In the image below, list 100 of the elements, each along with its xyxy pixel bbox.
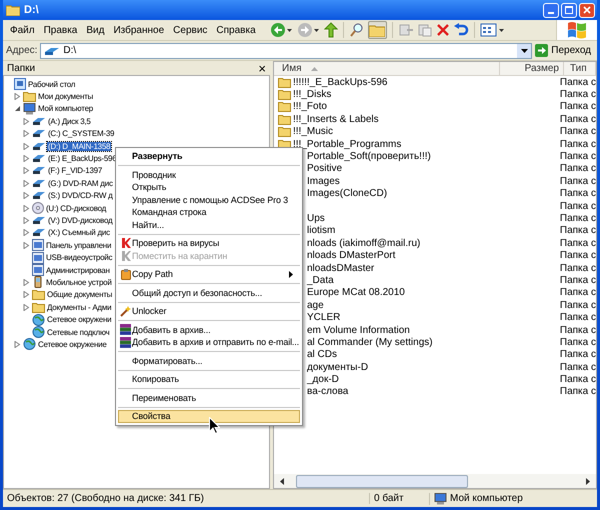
- file-name[interactable]: !!!_Portable_Programms: [293, 138, 402, 150]
- tree-item[interactable]: Сетевые подключ: [46, 328, 110, 336]
- column-header[interactable]: Размер: [500, 62, 564, 75]
- menu-item[interactable]: Переименовать: [118, 392, 300, 404]
- menu-item[interactable]: Справка: [216, 24, 256, 36]
- move-icon[interactable]: [398, 22, 414, 38]
- address-field[interactable]: D:\: [40, 42, 532, 58]
- file-name[interactable]: !!!_Foto: [293, 101, 327, 112]
- file-name[interactable]: Images: [307, 176, 340, 187]
- file-name[interactable]: !!!_Inserts & Labels: [293, 114, 379, 125]
- expand-toggle-icon[interactable]: [14, 93, 21, 100]
- file-name[interactable]: _док-D: [307, 374, 339, 386]
- menu-item[interactable]: Правка: [44, 24, 78, 36]
- file-name[interactable]: !!!!!!_E_BackUps-596: [293, 76, 388, 88]
- file-name[interactable]: al Commander (My settings): [307, 336, 433, 348]
- menu-item[interactable]: Copy Path: [118, 268, 300, 280]
- tree-item[interactable]: Рабочий стол: [27, 80, 76, 89]
- maximize-button[interactable]: [561, 2, 577, 18]
- views-icon[interactable]: [480, 22, 506, 38]
- tree-item[interactable]: Мобильное устрой: [45, 278, 113, 287]
- file-name[interactable]: Ups: [307, 212, 325, 224]
- menu-item[interactable]: Развернуть: [118, 150, 300, 162]
- expand-toggle-icon[interactable]: [23, 180, 30, 187]
- file-name[interactable]: Positive: [307, 163, 342, 174]
- menu-item[interactable]: Файл: [10, 24, 35, 36]
- tree-item[interactable]: Панель управлени: [45, 240, 112, 250]
- scrollbar-thumb[interactable]: [296, 474, 468, 488]
- expand-toggle-icon[interactable]: [23, 304, 30, 311]
- tree-item[interactable]: USB-видеоустройс: [45, 253, 114, 262]
- tree-item[interactable]: Сетевое окружени: [46, 315, 112, 324]
- expand-toggle-icon[interactable]: [23, 204, 30, 212]
- dropdown-button[interactable]: [517, 44, 532, 58]
- file-name[interactable]: !!!_Music: [293, 126, 334, 138]
- undo-icon[interactable]: [452, 22, 469, 38]
- expand-toggle-icon[interactable]: [14, 105, 21, 112]
- file-name[interactable]: Images(CloneCD): [307, 188, 388, 200]
- menu-item[interactable]: Командная строка: [118, 206, 300, 218]
- close-button[interactable]: [579, 2, 595, 18]
- tree-item[interactable]: (E:) E_BackUps-596: [47, 154, 118, 164]
- file-name[interactable]: Portable_Soft(проверить!!!): [307, 151, 431, 162]
- file-name[interactable]: nloads (iakimoff@mail.ru): [307, 238, 420, 249]
- expand-toggle-icon[interactable]: [23, 242, 30, 249]
- menu-item[interactable]: Проверить на вирусы: [118, 237, 300, 250]
- file-name[interactable]: ва-слова: [307, 386, 348, 398]
- file-name[interactable]: nloads DMasterPort: [307, 250, 396, 262]
- expand-toggle-icon[interactable]: [23, 130, 30, 138]
- tree-item[interactable]: Общие документы: [46, 290, 114, 300]
- expand-toggle-icon[interactable]: [23, 192, 30, 200]
- minimize-button[interactable]: [543, 2, 559, 18]
- menu-item[interactable]: Добавить в архив...: [118, 324, 300, 336]
- tree-item[interactable]: (X:) Съемный дис: [47, 228, 111, 238]
- tree-item[interactable]: Мои документы: [37, 92, 94, 102]
- close-button[interactable]: ×: [258, 62, 266, 74]
- menu-item[interactable]: Открыть: [118, 181, 300, 194]
- forward-icon[interactable]: [296, 22, 321, 38]
- file-name[interactable]: nloadsDMaster: [307, 262, 374, 274]
- expand-toggle-icon[interactable]: [23, 229, 30, 236]
- tree-item[interactable]: (G:) DVD-RAM дис: [47, 178, 114, 188]
- file-name[interactable]: liotism: [307, 225, 336, 236]
- file-name[interactable]: age: [307, 300, 324, 311]
- tree-item[interactable]: (U:) CD-дисковод: [45, 204, 108, 213]
- menu-item[interactable]: Свойства: [118, 410, 300, 422]
- file-name[interactable]: Europe MCat 08.2010: [307, 287, 405, 298]
- menu-item[interactable]: Форматировать...: [118, 354, 300, 367]
- tree-item[interactable]: Сетевое окружение: [37, 340, 108, 349]
- menu-item[interactable]: Сервис: [173, 24, 208, 36]
- expand-toggle-icon[interactable]: [23, 142, 30, 150]
- tree-item[interactable]: (C:) C_SYSTEM-39: [47, 129, 116, 138]
- tree-item[interactable]: Мой компьютер: [37, 104, 94, 114]
- menu-item[interactable]: Общий доступ и безопасность...: [118, 286, 300, 299]
- expand-toggle-icon[interactable]: [23, 118, 30, 125]
- column-header[interactable]: Тип: [564, 62, 596, 75]
- menu-item[interactable]: Копировать: [118, 373, 300, 386]
- menu-item[interactable]: Найти...: [118, 218, 300, 231]
- file-name[interactable]: em Volume Information: [307, 324, 410, 336]
- copy-icon[interactable]: [416, 22, 433, 38]
- menu-item[interactable]: Избранное: [113, 24, 164, 36]
- tree-item[interactable]: Администрирован: [45, 266, 111, 275]
- file-name[interactable]: документы-D: [307, 362, 368, 373]
- menu-item[interactable]: Проводник: [118, 168, 300, 181]
- tree-item[interactable]: (S:) DVD/CD-RW д: [47, 191, 114, 200]
- tree-item[interactable]: (F:) F_VID-1397: [47, 166, 104, 176]
- file-name[interactable]: _Data: [307, 274, 334, 286]
- menu-item[interactable]: Вид: [86, 24, 104, 36]
- tree-item[interactable]: (A:) Диск 3,5: [47, 116, 92, 126]
- tree-item[interactable]: (V:) DVD-дисковод: [47, 216, 114, 225]
- tree-item[interactable]: (D:) D_MAIN-1358: [47, 142, 112, 151]
- search-icon[interactable]: [348, 22, 365, 38]
- expand-toggle-icon[interactable]: [23, 216, 30, 224]
- file-name[interactable]: !!!_Disks: [293, 89, 332, 100]
- back-icon[interactable]: [270, 22, 294, 38]
- file-name[interactable]: YCLER: [307, 312, 340, 324]
- tree-item[interactable]: Документы - Адми: [46, 302, 112, 312]
- file-name[interactable]: al CDs: [307, 349, 338, 360]
- expand-toggle-icon[interactable]: [14, 340, 21, 348]
- expand-toggle-icon[interactable]: [23, 167, 30, 174]
- expand-toggle-icon[interactable]: [23, 278, 30, 286]
- delete-icon[interactable]: [436, 23, 450, 37]
- up-arrow-icon[interactable]: [324, 22, 338, 38]
- menu-item[interactable]: Добавить в архив и отправить по e-mail...: [118, 336, 300, 348]
